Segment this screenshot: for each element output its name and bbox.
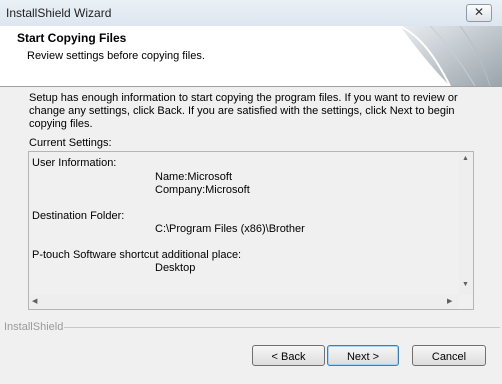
installshield-brand: InstallShield (4, 321, 64, 333)
title-bar[interactable]: InstallShield Wizard ✕ (0, 0, 502, 27)
page-curl-icon (399, 26, 502, 86)
settings-line: Company:Microsoft (155, 184, 250, 196)
header-subtitle: Review settings before copying files. (27, 50, 205, 62)
settings-line: C:\Program Files (x86)\Brother (155, 223, 305, 235)
settings-textbox[interactable]: User Information: Name:Microsoft Company… (28, 151, 474, 310)
installshield-window: InstallShield Wizard ✕ Start Copying Fil… (0, 0, 502, 384)
settings-line: Desktop (155, 262, 196, 274)
header-title: Start Copying Files (17, 31, 127, 45)
cancel-button[interactable]: Cancel (412, 345, 486, 366)
next-button[interactable]: Next > (327, 345, 399, 366)
scroll-down-icon[interactable]: ▼ (462, 281, 469, 289)
current-settings-label: Current Settings: (29, 137, 112, 149)
back-button[interactable]: < Back (252, 345, 325, 366)
scroll-left-icon[interactable]: ◀ (32, 298, 37, 306)
window-title: InstallShield Wizard (6, 6, 112, 20)
horizontal-scrollbar[interactable]: ◀ ▶ (29, 295, 459, 309)
close-icon: ✕ (473, 5, 485, 19)
close-button[interactable]: ✕ (466, 4, 492, 22)
footer-divider (64, 327, 500, 328)
settings-line: User Information: (32, 157, 117, 169)
settings-content: User Information: Name:Microsoft Company… (29, 152, 459, 295)
scroll-right-icon[interactable]: ▶ (447, 298, 452, 306)
intro-text: Setup has enough information to start co… (29, 92, 469, 131)
settings-line: Name:Microsoft (155, 171, 233, 183)
wizard-header: Start Copying Files Review settings befo… (0, 26, 502, 87)
intro-line: change any settings, click Back. If you … (29, 105, 455, 117)
settings-line: P-touch Software shortcut additional pla… (32, 249, 242, 261)
vertical-scrollbar[interactable]: ▲ ▼ (459, 152, 473, 295)
scroll-up-icon[interactable]: ▲ (462, 155, 469, 163)
settings-line: Destination Folder: (32, 210, 125, 222)
intro-line: copying files. (29, 118, 93, 130)
intro-line: Setup has enough information to start co… (29, 92, 458, 104)
